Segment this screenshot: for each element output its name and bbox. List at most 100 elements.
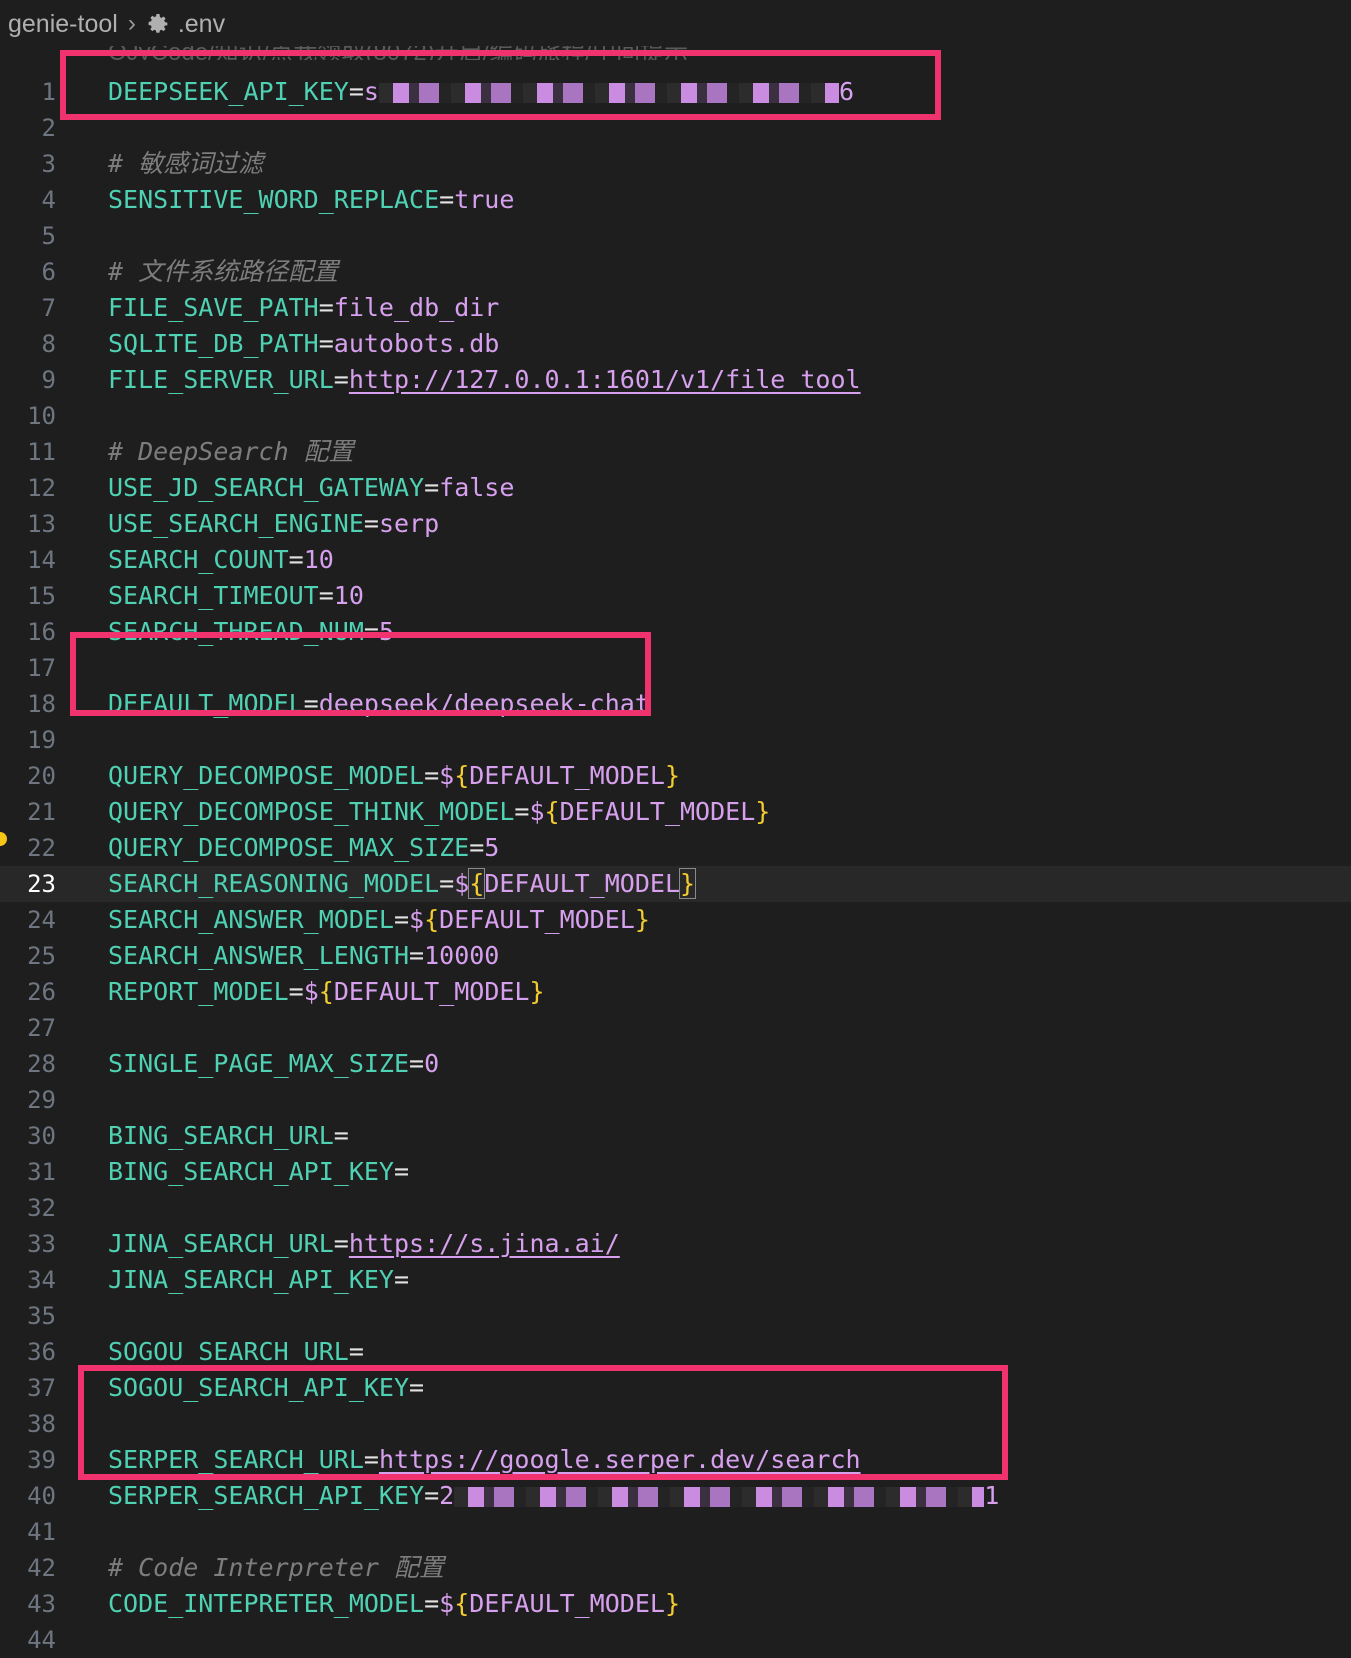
code-line[interactable]: 7 FILE_SAVE_PATH=file_db_dir xyxy=(0,290,1351,326)
code-line[interactable]: 5 xyxy=(0,218,1351,254)
url-link[interactable]: https://s.jina.ai/ xyxy=(349,1229,620,1258)
code-line[interactable]: 12 USE_JD_SEARCH_GATEWAY=false xyxy=(0,470,1351,506)
code-line[interactable]: 42 # Code Interpreter 配置 xyxy=(0,1550,1351,1586)
code-line[interactable]: 40 SERPER_SEARCH_API_KEY=2 1 xyxy=(0,1478,1351,1514)
equals-sign: = xyxy=(393,905,410,934)
code-line[interactable]: 28 SINGLE_PAGE_MAX_SIZE=0 xyxy=(0,1046,1351,1082)
code-text: SQLITE_DB_PATH=autobots.db xyxy=(108,326,499,362)
url-link[interactable]: https://google.serper.dev/search xyxy=(379,1445,861,1474)
code-line[interactable]: 30 BING_SEARCH_URL= xyxy=(0,1118,1351,1154)
code-text: USE_JD_SEARCH_GATEWAY=false xyxy=(108,470,514,506)
code-line[interactable]: 18 DEFAULT_MODEL=deepseek/deepseek-chat xyxy=(0,686,1351,722)
code-line[interactable]: 14 SEARCH_COUNT=10 xyxy=(0,542,1351,578)
code-line[interactable]: 24 SEARCH_ANSWER_MODEL=${DEFAULT_MODEL} xyxy=(0,902,1351,938)
code-line[interactable]: 34 JINA_SEARCH_API_KEY= xyxy=(0,1262,1351,1298)
open-brace: { xyxy=(424,905,440,934)
code-line[interactable]: 8 SQLITE_DB_PATH=autobots.db xyxy=(0,326,1351,362)
line-number: 20 xyxy=(27,762,56,790)
code-line[interactable]: 13 USE_SEARCH_ENGINE=serp xyxy=(0,506,1351,542)
code-text: USE_SEARCH_ENGINE=serp xyxy=(108,506,439,542)
code-text: SERPER_SEARCH_API_KEY=2 1 xyxy=(108,1478,999,1514)
variable-reference: DEFAULT_MODEL xyxy=(484,869,680,898)
code-line[interactable]: 11 # DeepSearch 配置 xyxy=(0,434,1351,470)
line-number: 44 xyxy=(27,1626,56,1654)
env-key: CODE_INTEPRETER_MODEL xyxy=(108,1589,425,1618)
dollar-sign: $ xyxy=(303,977,319,1006)
code-line[interactable]: 10 xyxy=(0,398,1351,434)
open-brace: { xyxy=(468,868,486,899)
equals-sign: = xyxy=(424,1481,440,1510)
code-line[interactable]: 27 xyxy=(0,1010,1351,1046)
code-line[interactable]: 43 CODE_INTEPRETER_MODEL=${DEFAULT_MODEL} xyxy=(0,1586,1351,1622)
env-key: BING_SEARCH_URL xyxy=(108,1121,334,1150)
editor-content[interactable]: 1 DEEPSEEK_API_KEY=s 6 2 3 # 敏感词过滤 4 SENSITIVE_… xyxy=(0,74,1351,1658)
variable-reference: DEFAULT_MODEL xyxy=(469,1589,665,1618)
env-value: 0 xyxy=(424,1049,440,1078)
code-line[interactable]: 3 # 敏感词过滤 xyxy=(0,146,1351,182)
code-text: SOGOU_SEARCH_URL= xyxy=(108,1334,364,1370)
code-text: JINA_SEARCH_API_KEY= xyxy=(108,1262,409,1298)
breadcrumb-file[interactable]: .env xyxy=(178,10,225,39)
code-line[interactable]: 25 SEARCH_ANSWER_LENGTH=10000 xyxy=(0,938,1351,974)
equals-sign: = xyxy=(303,689,319,718)
line-number: 11 xyxy=(27,438,56,466)
code-line[interactable]: 35 xyxy=(0,1298,1351,1334)
equals-sign: = xyxy=(393,1157,410,1186)
code-line[interactable]: 39 SERPER_SEARCH_URL=https://google.serpe… xyxy=(0,1442,1351,1478)
equals-sign: = xyxy=(469,833,485,862)
line-number: 17 xyxy=(27,654,56,682)
equals-sign: = xyxy=(333,1121,349,1150)
dollar-sign: $ xyxy=(454,869,470,898)
code-line[interactable]: 17 xyxy=(0,650,1351,686)
code-line[interactable]: 22 QUERY_DECOMPOSE_MAX_SIZE=5 xyxy=(0,830,1351,866)
equals-sign: = xyxy=(288,545,304,574)
line-number: 23 xyxy=(27,870,56,898)
code-line[interactable]: 21 QUERY_DECOMPOSE_THINK_MODEL=${DEFAULT_… xyxy=(0,794,1351,830)
code-text: FILE_SAVE_PATH=file_db_dir xyxy=(108,290,499,326)
code-text: SEARCH_ANSWER_MODEL=${DEFAULT_MODEL} xyxy=(108,902,650,938)
env-key: JINA_SEARCH_API_KEY xyxy=(108,1265,394,1294)
code-line[interactable]: 4 SENSITIVE_WORD_REPLACE=true xyxy=(0,182,1351,218)
env-key: SEARCH_TIMEOUT xyxy=(108,581,319,610)
breadcrumb-folder[interactable]: genie-tool xyxy=(8,10,118,39)
code-line[interactable]: 16 SEARCH_THREAD_NUM=5 xyxy=(0,614,1351,650)
line-number: 2 xyxy=(41,114,56,142)
code-text: DEFAULT_MODEL=deepseek/deepseek-chat xyxy=(108,686,650,722)
env-key: BING_SEARCH_API_KEY xyxy=(108,1157,394,1186)
code-text: SEARCH_ANSWER_LENGTH=10000 xyxy=(108,938,499,974)
code-line[interactable]: 33 JINA_SEARCH_URL=https://s.jina.ai/ xyxy=(0,1226,1351,1262)
code-line[interactable]: 1 DEEPSEEK_API_KEY=s 6 xyxy=(0,74,1351,110)
open-brace: { xyxy=(454,761,470,790)
code-line[interactable]: 15 SEARCH_TIMEOUT=10 xyxy=(0,578,1351,614)
code-line[interactable]: 29 xyxy=(0,1082,1351,1118)
code-line[interactable]: 9 FILE_SERVER_URL=http://127.0.0.1:1601/v… xyxy=(0,362,1351,398)
redacted-key-start: 2 xyxy=(439,1481,455,1510)
env-value: true xyxy=(454,185,515,214)
env-key: SEARCH_COUNT xyxy=(108,545,289,574)
redacted-key-end: 6 xyxy=(838,77,855,106)
code-line[interactable]: 20 QUERY_DECOMPOSE_MODEL=${DEFAULT_MODEL} xyxy=(0,758,1351,794)
line-number: 36 xyxy=(27,1338,56,1366)
line-number: 39 xyxy=(27,1446,56,1474)
code-line[interactable]: 38 xyxy=(0,1406,1351,1442)
code-line[interactable]: 19 xyxy=(0,722,1351,758)
line-number: 10 xyxy=(27,402,56,430)
code-line[interactable]: 32 xyxy=(0,1190,1351,1226)
equals-sign: = xyxy=(439,869,455,898)
url-link[interactable]: http://127.0.0.1:1601/v1/file_tool xyxy=(349,365,861,394)
env-key: USE_SEARCH_ENGINE xyxy=(108,509,364,538)
code-line[interactable]: 2 xyxy=(0,110,1351,146)
env-value: 5 xyxy=(378,617,394,646)
close-brace: } xyxy=(529,977,545,1006)
code-line[interactable]: 37 SOGOU_SEARCH_API_KEY= xyxy=(0,1370,1351,1406)
code-line[interactable]: 41 xyxy=(0,1514,1351,1550)
code-line[interactable]: 26 REPORT_MODEL=${DEFAULT_MODEL} xyxy=(0,974,1351,1010)
breadcrumb: genie-tool › .env xyxy=(0,0,1351,48)
code-line[interactable]: 23 SEARCH_REASONING_MODEL=${DEFAULT_MODEL… xyxy=(0,866,1351,902)
code-line[interactable]: 36 SOGOU_SEARCH_URL= xyxy=(0,1334,1351,1370)
equals-sign: = xyxy=(318,329,334,358)
code-text: # Code Interpreter 配置 xyxy=(108,1550,444,1586)
code-line[interactable]: 6 # 文件系统路径配置 xyxy=(0,254,1351,290)
code-line[interactable]: 44 xyxy=(0,1622,1351,1658)
code-line[interactable]: 31 BING_SEARCH_API_KEY= xyxy=(0,1154,1351,1190)
